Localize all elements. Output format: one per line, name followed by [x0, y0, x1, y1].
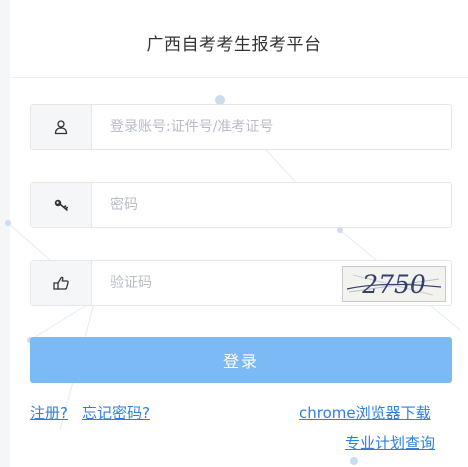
chrome-download-link[interactable]: chrome浏览器下载: [299, 402, 431, 423]
plan-query-link[interactable]: 专业计划查询: [345, 432, 435, 453]
captcha-image[interactable]: 2750: [342, 266, 446, 302]
password-input[interactable]: [92, 183, 450, 227]
register-link[interactable]: 注册?: [30, 402, 68, 423]
title-divider: [10, 77, 468, 78]
user-icon: [31, 105, 92, 149]
password-field: [30, 182, 452, 228]
page-title: 广西自考考生报考平台: [146, 35, 322, 55]
login-button[interactable]: 登录: [30, 337, 452, 383]
account-input[interactable]: [92, 105, 450, 149]
forgot-password-link[interactable]: 忘记密码?: [82, 402, 150, 423]
captcha-field: 2750: [30, 260, 452, 306]
key-icon: [31, 183, 92, 227]
login-card: 广西自考考生报考平台 登录账号:证件号/准考证号 验证码 2750 登录 注册?…: [0, 0, 468, 467]
account-field: [30, 104, 452, 150]
captcha-input[interactable]: [92, 261, 340, 305]
hand-pointer-icon: [31, 261, 92, 305]
